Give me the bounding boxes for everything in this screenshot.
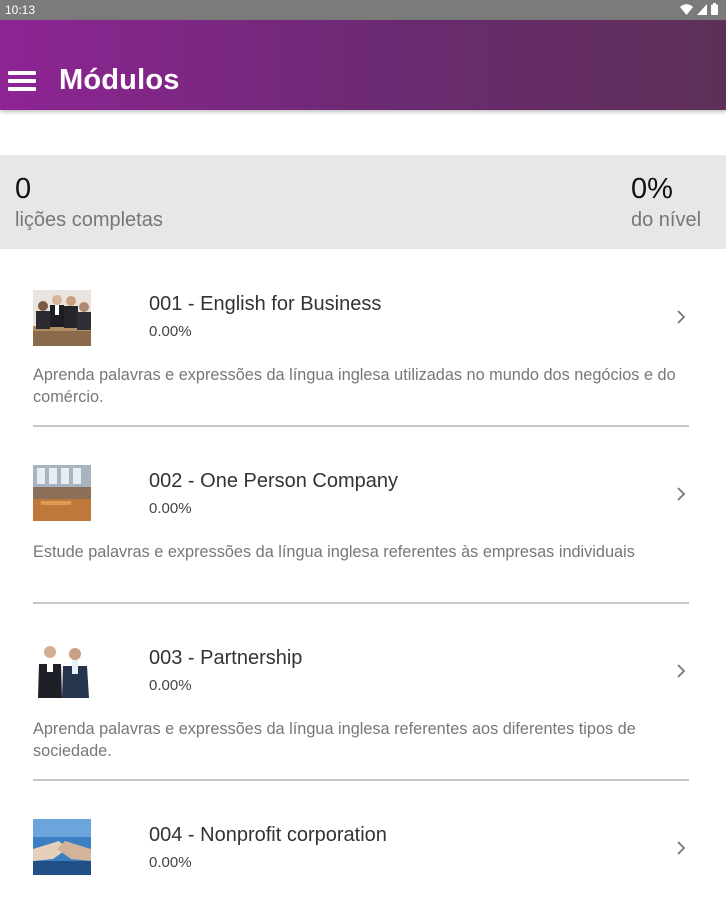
module-item[interactable]: 002 - One Person Company 0.00% Estude pa… <box>0 427 726 605</box>
module-title: 002 - One Person Company <box>149 470 399 492</box>
module-progress: 0.00% <box>149 500 192 517</box>
module-thumbnail <box>33 642 91 698</box>
module-description: Aprenda palavras e expressões da língua … <box>33 720 636 760</box>
module-thumbnail <box>33 465 91 521</box>
module-description: Estude palavras e expressões da língua i… <box>33 543 635 561</box>
battery-icon <box>711 3 718 15</box>
chevron-right-icon <box>677 487 686 501</box>
lessons-completed-value: 0 <box>15 173 32 205</box>
chevron-right-icon <box>677 841 686 855</box>
module-progress: 0.00% <box>149 854 192 871</box>
page-title: Módulos <box>59 64 180 96</box>
module-description: Aprenda palavras e expressões da língua … <box>33 366 676 406</box>
signal-icon <box>697 3 707 15</box>
module-item[interactable]: 001 - English for Business 0.00% Aprenda… <box>0 250 726 428</box>
module-title: 001 - English for Business <box>149 293 382 315</box>
module-progress: 0.00% <box>149 323 192 340</box>
status-icons <box>680 3 718 15</box>
status-bar: 10:13 <box>0 0 726 20</box>
wifi-icon <box>680 3 693 15</box>
module-thumbnail <box>33 290 91 346</box>
module-progress: 0.00% <box>149 677 192 694</box>
status-time: 10:13 <box>5 3 36 17</box>
module-item[interactable]: 004 - Nonprofit corporation 0.00% <box>0 781 726 900</box>
module-thumbnail <box>33 819 91 875</box>
level-value: 0% <box>631 173 673 205</box>
hamburger-menu-icon[interactable] <box>8 71 36 91</box>
chevron-right-icon <box>677 664 686 678</box>
module-title: 004 - Nonprofit corporation <box>149 824 387 846</box>
module-title: 003 - Partnership <box>149 647 303 669</box>
chevron-right-icon <box>677 310 686 324</box>
module-item[interactable]: 003 - Partnership 0.00% Aprenda palavras… <box>0 604 726 782</box>
level-label: do nível <box>631 209 702 231</box>
stats-panel: 0 lições completas 0% do nível <box>0 155 726 249</box>
lessons-completed-label: lições completas <box>15 209 163 231</box>
